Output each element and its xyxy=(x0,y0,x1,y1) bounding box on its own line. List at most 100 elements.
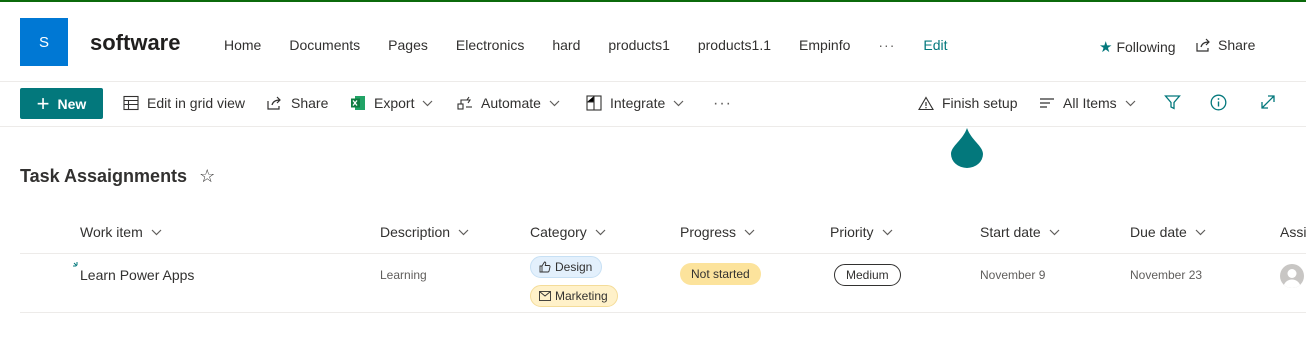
more-commands-button[interactable]: ··· xyxy=(713,95,732,113)
view-selector-label: All Items xyxy=(1063,95,1117,111)
category-label: Marketing xyxy=(555,289,608,303)
integrate-button[interactable]: Integrate xyxy=(586,95,684,111)
following-label: Following xyxy=(1116,39,1176,55)
filter-icon xyxy=(1164,95,1181,110)
command-bar: + New Edit in grid view Share Export Aut… xyxy=(0,83,1306,127)
due-date-cell: November 23 xyxy=(1130,268,1203,282)
work-item-title[interactable]: Learn Power Apps xyxy=(80,267,194,283)
plus-icon: + xyxy=(36,90,50,116)
automate-button[interactable]: Automate xyxy=(457,95,560,111)
finish-setup-label: Finish setup xyxy=(942,95,1018,111)
edit-grid-view-button[interactable]: Edit in grid view xyxy=(123,95,245,111)
category-pill-marketing: Marketing xyxy=(530,285,618,307)
nav-item-home[interactable]: Home xyxy=(210,37,275,53)
chevron-down-icon xyxy=(151,229,162,235)
site-share-label: Share xyxy=(1218,37,1256,53)
avatar[interactable] xyxy=(1280,264,1304,288)
description-cell: Learning xyxy=(380,268,427,282)
info-button[interactable] xyxy=(1210,94,1227,116)
header-divider xyxy=(20,253,1306,254)
row-divider xyxy=(20,312,1306,313)
list-title-text: Task Assaignments xyxy=(20,166,188,186)
column-header-due-date[interactable]: Due date xyxy=(1130,224,1206,240)
site-logo[interactable]: S xyxy=(20,18,68,66)
column-header-assigned-to[interactable]: Assi xyxy=(1280,224,1306,240)
view-selector[interactable]: All Items xyxy=(1039,95,1136,111)
automate-label: Automate xyxy=(481,95,541,111)
favorite-star-icon[interactable]: ☆ xyxy=(199,166,215,187)
following-button[interactable]: ★ Following xyxy=(1099,38,1176,56)
chevron-down-icon xyxy=(458,229,469,235)
column-header-description[interactable]: Description xyxy=(380,224,469,240)
category-label: Design xyxy=(555,260,593,274)
edit-grid-view-label: Edit in grid view xyxy=(147,95,246,111)
chevron-down-icon xyxy=(1125,100,1136,106)
column-header-work-item[interactable]: Work item xyxy=(80,224,162,240)
start-date-cell: November 9 xyxy=(980,268,1046,282)
column-header-label: Work item xyxy=(80,224,143,240)
filter-button[interactable] xyxy=(1164,94,1181,116)
person-icon xyxy=(1283,269,1301,288)
nav-item-hard[interactable]: hard xyxy=(538,37,594,53)
column-header-label: Progress xyxy=(680,224,737,240)
new-button-label: New xyxy=(57,95,87,112)
priority-label: Medium xyxy=(846,268,889,282)
site-header: S software Home Documents Pages Electron… xyxy=(0,2,1306,82)
share-icon xyxy=(267,96,281,110)
chevron-down-icon xyxy=(595,229,606,235)
chevron-down-icon xyxy=(1195,229,1206,235)
nav-more-button[interactable]: ··· xyxy=(864,37,909,53)
export-label: Export xyxy=(374,95,415,111)
site-logo-letter: S xyxy=(38,33,49,51)
nav-item-products1-1[interactable]: products1.1 xyxy=(684,37,785,53)
integrate-label: Integrate xyxy=(610,95,666,111)
nav-item-products1[interactable]: products1 xyxy=(594,37,683,53)
column-header-priority[interactable]: Priority xyxy=(830,224,893,240)
column-header-label: Priority xyxy=(830,224,874,240)
column-header-label: Category xyxy=(530,224,587,240)
star-filled-icon: ★ xyxy=(1099,39,1113,56)
chevron-down-icon xyxy=(673,100,684,106)
site-title[interactable]: software xyxy=(90,30,180,56)
list-lines-icon xyxy=(1040,98,1054,108)
excel-icon xyxy=(351,96,365,110)
column-header-category[interactable]: Category xyxy=(530,224,606,240)
info-icon xyxy=(1210,94,1227,111)
export-button[interactable]: Export xyxy=(350,95,433,111)
integrate-icon xyxy=(586,95,602,111)
thumbs-up-icon xyxy=(539,261,551,273)
nav-item-empinfo[interactable]: Empinfo xyxy=(785,37,864,53)
chevron-down-icon xyxy=(423,100,433,106)
priority-badge: Medium xyxy=(834,264,901,286)
site-navigation: Home Documents Pages Electronics hard pr… xyxy=(210,37,962,53)
column-header-label: Assi xyxy=(1280,224,1306,240)
share-button[interactable]: Share xyxy=(267,95,328,111)
grid-icon xyxy=(123,95,139,111)
share-label: Share xyxy=(291,95,329,111)
share-icon xyxy=(1196,38,1210,52)
new-button[interactable]: + New xyxy=(20,88,103,119)
warning-icon xyxy=(918,95,934,110)
status-badge: Not started xyxy=(680,263,761,285)
nav-item-electronics[interactable]: Electronics xyxy=(442,37,538,53)
status-label: Not started xyxy=(691,267,750,281)
expand-button[interactable] xyxy=(1260,94,1276,115)
chevron-down-icon xyxy=(882,229,892,235)
category-pill-design: Design xyxy=(530,256,603,278)
nav-item-documents[interactable]: Documents xyxy=(275,37,374,53)
teaching-bubble-pointer xyxy=(950,126,984,168)
nav-item-pages[interactable]: Pages xyxy=(374,37,442,53)
chevron-down-icon xyxy=(1049,229,1060,235)
automate-icon xyxy=(457,96,472,110)
column-header-progress[interactable]: Progress xyxy=(680,224,755,240)
nav-edit-link[interactable]: Edit xyxy=(909,37,961,53)
chevron-down-icon xyxy=(744,229,755,235)
column-header-label: Start date xyxy=(980,224,1041,240)
chevron-down-icon xyxy=(549,100,560,106)
expand-icon xyxy=(1261,95,1275,109)
column-header-start-date[interactable]: Start date xyxy=(980,224,1060,240)
finish-setup-button[interactable]: Finish setup xyxy=(918,95,1017,111)
site-share-button[interactable]: Share xyxy=(1196,37,1255,53)
list-title: Task Assaignments ☆ xyxy=(20,166,215,187)
column-header-label: Description xyxy=(380,224,451,240)
